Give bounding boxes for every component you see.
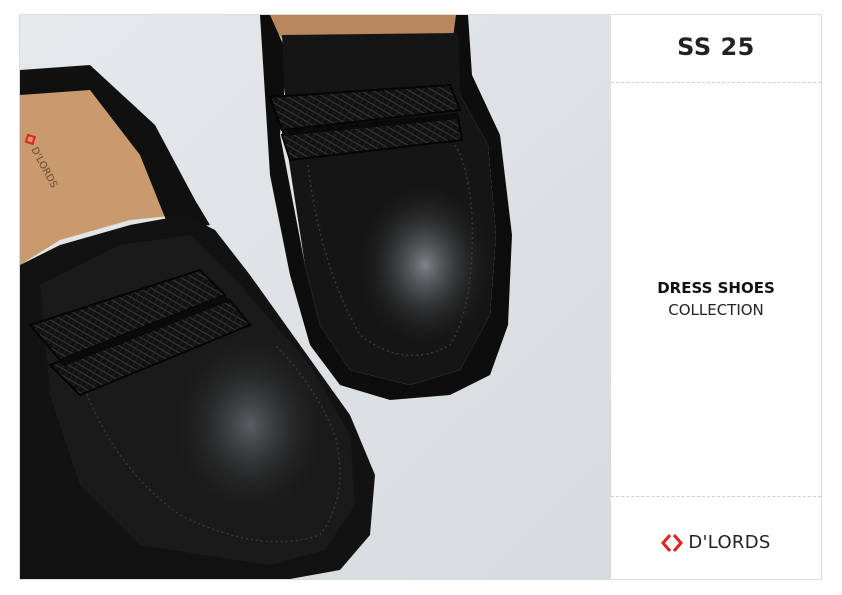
shoes-image: D'LORDS bbox=[20, 15, 611, 579]
product-photo: D'LORDS bbox=[20, 15, 611, 579]
brand-name: D'LORDS bbox=[688, 532, 771, 553]
info-panel: SS 25 DRESS SHOES COLLECTION D'LORDS bbox=[611, 15, 821, 579]
collection-title: DRESS SHOES bbox=[657, 279, 775, 297]
top-divider bbox=[611, 82, 821, 83]
brand-logo: D'LORDS bbox=[611, 532, 821, 553]
product-card: D'LORDS SS 25 DRESS SHOES COLLECTION D'L… bbox=[19, 14, 822, 580]
bottom-divider bbox=[611, 496, 821, 497]
season-label: SS 25 bbox=[677, 33, 755, 61]
dlords-logo-icon bbox=[661, 533, 684, 552]
collection-subtitle: COLLECTION bbox=[668, 301, 764, 319]
